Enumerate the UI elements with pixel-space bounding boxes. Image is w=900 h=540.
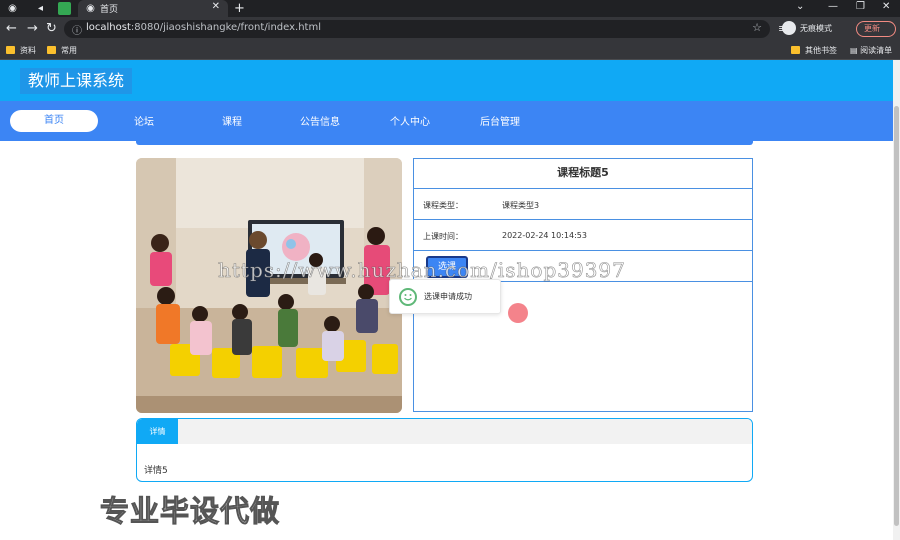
- browser-tab-bar: ◉ ◂ ◉ 首页 ✕ + ⌄ — ❐ ✕: [0, 0, 900, 17]
- details-tab-bar: 详情: [137, 419, 752, 444]
- bookmarks-bar: 资料 常用 其他书签 ▤ 阅读清单: [0, 41, 900, 60]
- smile-icon: [399, 288, 417, 306]
- course-image: [136, 158, 402, 413]
- course-title: 课程标题5: [414, 159, 752, 189]
- course-type-value: 课程类型3: [502, 201, 540, 210]
- tab-details[interactable]: 详情: [137, 419, 178, 444]
- nav-item-admin[interactable]: 后台管理: [480, 113, 520, 128]
- nav-item-forum[interactable]: 论坛: [134, 113, 154, 128]
- incognito-icon: [782, 21, 796, 35]
- details-panel: 详情 详情5: [136, 418, 753, 482]
- site-nav: 首页 论坛 课程 公告信息 个人中心 后台管理: [0, 101, 893, 141]
- folder-icon: [47, 46, 56, 54]
- bookmark-folder-other[interactable]: 其他书签: [791, 45, 837, 56]
- url-text: localhost:8080/jiaoshishangke/front/inde…: [86, 22, 321, 33]
- info-icon[interactable]: ⓘ: [72, 22, 82, 37]
- course-type-row: 课程类型： 课程类型3: [414, 190, 752, 220]
- site-title: 教师上课系统: [20, 68, 133, 94]
- bookmark-label: 常用: [61, 46, 77, 55]
- nav-item-announcements[interactable]: 公告信息: [300, 113, 340, 128]
- forward-icon[interactable]: →: [27, 21, 38, 37]
- page-viewport: 教师上课系统 首页 论坛 课程 公告信息 个人中心 后台管理 课程标题5 课程类…: [0, 60, 893, 540]
- url-input[interactable]: ⓘ localhost:8080/jiaoshishangke/front/in…: [64, 20, 770, 38]
- bookmark-folder-ziliao[interactable]: 资料: [6, 45, 36, 56]
- nav-underline: [136, 141, 753, 145]
- details-content: 详情5: [144, 466, 168, 476]
- globe-icon[interactable]: ◉: [6, 2, 19, 15]
- window-close-icon[interactable]: ✕: [882, 1, 890, 12]
- browser-tab-active[interactable]: ◉ 首页 ✕: [78, 0, 228, 17]
- url-host: localhost: [86, 22, 131, 33]
- course-type-label: 课程类型：: [423, 201, 463, 210]
- nav-item-profile[interactable]: 个人中心: [390, 113, 430, 128]
- nav-item-home[interactable]: 首页: [10, 110, 98, 132]
- browser-address-bar: ← → ↻ ⓘ localhost:8080/jiaoshishangke/fr…: [0, 17, 900, 41]
- tab-search-icon[interactable]: ⌄: [796, 1, 804, 12]
- toast-message: 选课申请成功: [424, 292, 472, 301]
- reading-list-button[interactable]: ▤ 阅读清单: [850, 45, 892, 56]
- nav-item-courses[interactable]: 课程: [222, 113, 242, 128]
- url-path: :8080/jiaoshishangke/front/index.html: [130, 22, 321, 33]
- classroom-photo: [136, 158, 402, 413]
- course-time-row: 上课时间： 2022-02-24 10:14:53: [414, 221, 752, 251]
- bookmark-folder-changyong[interactable]: 常用: [47, 45, 77, 56]
- site-header: 教师上课系统: [0, 60, 893, 101]
- tab-globe-icon: ◉: [86, 3, 95, 14]
- page-scrollbar[interactable]: [893, 60, 900, 540]
- update-button[interactable]: 更新: [856, 21, 896, 37]
- bookmark-star-icon[interactable]: ☆: [752, 21, 762, 34]
- tab-close-icon[interactable]: ✕: [212, 1, 220, 12]
- bookmark-label: 阅读清单: [860, 46, 893, 55]
- scrollbar-thumb[interactable]: [894, 106, 899, 526]
- reading-list-icon: ▤: [850, 46, 861, 55]
- reload-icon[interactable]: ↻: [46, 21, 57, 37]
- bookmark-label: 其他书签: [805, 46, 837, 55]
- bookmark-label: 资料: [20, 46, 36, 55]
- minimize-icon[interactable]: —: [828, 1, 838, 12]
- folder-icon: [791, 46, 800, 54]
- watermark-text: 专业毕设代做: [99, 494, 281, 529]
- folder-icon: [6, 46, 15, 54]
- incognito-label: 无痕模式: [800, 24, 832, 33]
- speaker-icon[interactable]: ◂: [34, 2, 47, 15]
- back-icon[interactable]: ←: [6, 21, 17, 37]
- mouse-cursor-highlight: [508, 303, 528, 323]
- new-tab-icon[interactable]: +: [234, 0, 245, 17]
- success-toast: 选课申请成功: [389, 279, 501, 314]
- course-time-label: 上课时间：: [423, 232, 463, 241]
- tab-title: 首页: [100, 5, 119, 15]
- course-time-value: 2022-02-24 10:14:53: [502, 231, 587, 240]
- sheet-tab-icon[interactable]: [58, 2, 71, 15]
- smile-face: [404, 294, 412, 301]
- restore-icon[interactable]: ❐: [856, 1, 865, 12]
